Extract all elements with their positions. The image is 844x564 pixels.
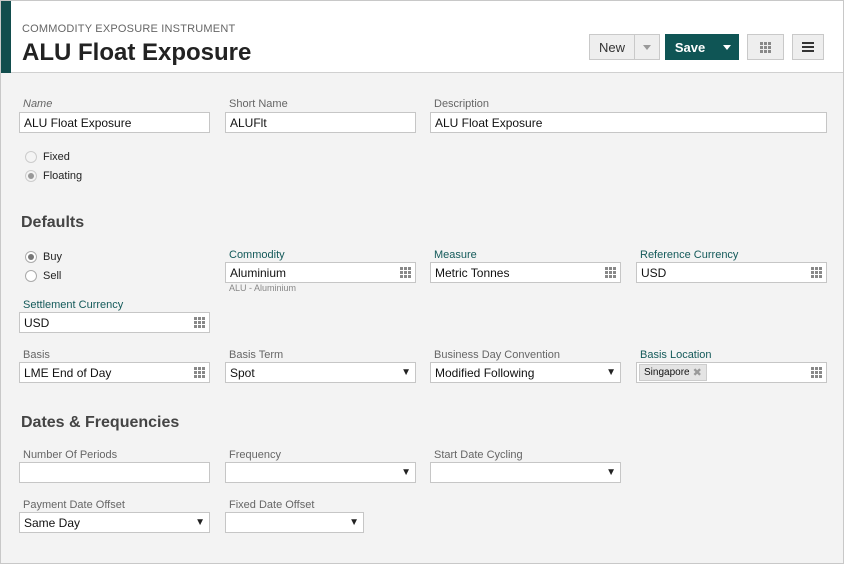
fixed-date-offset-label: Fixed Date Offset bbox=[229, 499, 315, 511]
radio-buy[interactable]: Buy bbox=[25, 251, 62, 263]
number-of-periods-label: Number Of Periods bbox=[23, 449, 118, 461]
basis-location-chip: Singapore ✖ bbox=[639, 364, 707, 381]
short-name-field[interactable]: ALUFlt bbox=[225, 112, 416, 133]
frequency-select[interactable]: ▼ bbox=[225, 462, 416, 483]
lookup-grid-icon[interactable] bbox=[811, 267, 822, 278]
payment-date-offset-label: Payment Date Offset bbox=[23, 499, 125, 511]
short-name-label: Short Name bbox=[229, 98, 288, 110]
reference-currency-label: Reference Currency bbox=[640, 249, 739, 261]
basis-field[interactable]: LME End of Day bbox=[19, 362, 210, 383]
dropdown-arrow-icon: ▼ bbox=[401, 367, 411, 378]
radio-circle bbox=[25, 270, 37, 282]
page-header: COMMODITY EXPOSURE INSTRUMENT ALU Float … bbox=[1, 1, 843, 73]
settlement-currency-value: USD bbox=[24, 315, 50, 330]
header-accent-bar bbox=[1, 1, 11, 73]
basis-term-select[interactable]: Spot ▼ bbox=[225, 362, 416, 383]
commodity-label: Commodity bbox=[229, 249, 285, 261]
grid-icon bbox=[760, 41, 771, 53]
lookup-grid-icon[interactable] bbox=[194, 367, 205, 378]
radio-label: Fixed bbox=[43, 151, 70, 163]
lookup-grid-icon[interactable] bbox=[400, 267, 411, 278]
settlement-currency-label: Settlement Currency bbox=[23, 299, 124, 311]
number-of-periods-field[interactable] bbox=[19, 462, 210, 483]
save-dropdown-button[interactable] bbox=[714, 34, 739, 60]
name-field[interactable]: ALU Float Exposure bbox=[19, 112, 210, 133]
business-day-select[interactable]: Modified Following ▼ bbox=[430, 362, 621, 383]
fixed-date-offset-select[interactable]: ▼ bbox=[225, 512, 364, 533]
commodity-hint: ALU - Aluminium bbox=[229, 283, 297, 293]
name-value: ALU Float Exposure bbox=[24, 115, 132, 130]
radio-circle bbox=[25, 170, 37, 182]
business-day-label: Business Day Convention bbox=[434, 349, 560, 361]
business-day-value: Modified Following bbox=[435, 365, 535, 380]
radio-floating[interactable]: Floating bbox=[25, 170, 82, 182]
save-button[interactable]: Save bbox=[665, 34, 715, 60]
reference-currency-field[interactable]: USD bbox=[636, 262, 827, 283]
new-dropdown-button[interactable] bbox=[634, 34, 660, 60]
basis-location-label: Basis Location bbox=[640, 349, 712, 361]
measure-value: Metric Tonnes bbox=[435, 265, 510, 280]
lookup-grid-icon[interactable] bbox=[811, 367, 822, 378]
frequency-label: Frequency bbox=[229, 449, 281, 461]
name-label: Name bbox=[23, 98, 53, 110]
measure-label: Measure bbox=[434, 249, 477, 261]
basis-value: LME End of Day bbox=[24, 365, 112, 380]
dropdown-arrow-icon: ▼ bbox=[401, 467, 411, 478]
dropdown-arrow-icon: ▼ bbox=[349, 517, 359, 528]
chevron-down-icon bbox=[643, 44, 651, 50]
section-title-dates: Dates & Frequencies bbox=[21, 414, 180, 431]
short-name-value: ALUFlt bbox=[230, 115, 267, 130]
hamburger-icon bbox=[802, 42, 814, 52]
radio-fixed[interactable]: Fixed bbox=[25, 151, 70, 163]
dropdown-arrow-icon: ▼ bbox=[606, 467, 616, 478]
page-kicker: COMMODITY EXPOSURE INSTRUMENT bbox=[22, 23, 236, 35]
radio-label: Floating bbox=[43, 170, 83, 182]
dropdown-arrow-icon: ▼ bbox=[195, 517, 205, 528]
radio-circle bbox=[25, 151, 37, 163]
grid-view-button[interactable] bbox=[747, 34, 784, 60]
payment-date-offset-value: Same Day bbox=[24, 515, 81, 530]
page-title: ALU Float Exposure bbox=[22, 39, 252, 66]
basis-term-label: Basis Term bbox=[229, 349, 284, 361]
description-label: Description bbox=[434, 98, 490, 110]
chevron-down-icon bbox=[722, 44, 731, 50]
remove-chip-icon[interactable]: ✖ bbox=[693, 366, 702, 379]
radio-sell[interactable]: Sell bbox=[25, 270, 61, 282]
description-field[interactable]: ALU Float Exposure bbox=[430, 112, 827, 133]
chip-label: Singapore bbox=[644, 367, 690, 378]
start-date-cycling-select[interactable]: ▼ bbox=[430, 462, 621, 483]
measure-field[interactable]: Metric Tonnes bbox=[430, 262, 621, 283]
new-button[interactable]: New bbox=[589, 34, 635, 60]
description-value: ALU Float Exposure bbox=[435, 115, 543, 130]
basis-label: Basis bbox=[23, 349, 50, 361]
radio-label: Buy bbox=[43, 251, 62, 263]
radio-circle bbox=[25, 251, 37, 263]
basis-location-field[interactable]: Singapore ✖ bbox=[636, 362, 827, 383]
instrument-form: COMMODITY EXPOSURE INSTRUMENT ALU Float … bbox=[0, 0, 844, 564]
settlement-currency-field[interactable]: USD bbox=[19, 312, 210, 333]
menu-button[interactable] bbox=[792, 34, 824, 60]
commodity-value: Aluminium bbox=[230, 265, 287, 280]
start-date-cycling-label: Start Date Cycling bbox=[434, 449, 523, 461]
lookup-grid-icon[interactable] bbox=[194, 317, 205, 328]
section-title-defaults: Defaults bbox=[21, 214, 85, 231]
basis-term-value: Spot bbox=[230, 365, 255, 380]
reference-currency-value: USD bbox=[641, 265, 667, 280]
radio-label: Sell bbox=[43, 270, 62, 282]
commodity-field[interactable]: Aluminium bbox=[225, 262, 416, 283]
payment-date-offset-select[interactable]: Same Day ▼ bbox=[19, 512, 210, 533]
dropdown-arrow-icon: ▼ bbox=[606, 367, 616, 378]
lookup-grid-icon[interactable] bbox=[605, 267, 616, 278]
